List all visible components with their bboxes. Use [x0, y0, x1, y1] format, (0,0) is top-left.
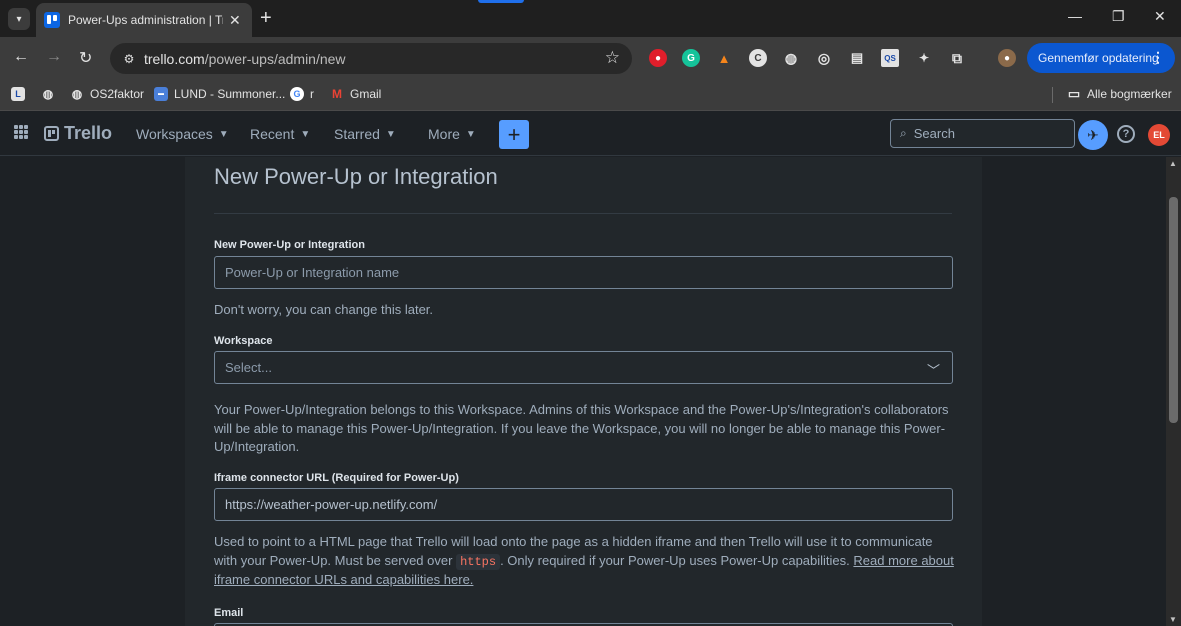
trello-header: Trello Workspaces ▼ Recent ▼ Starred ▼ More… — [0, 112, 1181, 156]
forward-arrow-icon[interactable]: → — [46, 48, 62, 66]
extension-circle-icon[interactable]: C — [749, 49, 767, 67]
qs-extension-icon[interactable]: QS — [881, 49, 899, 67]
kebab-menu-icon[interactable]: ⋮ — [1151, 49, 1165, 66]
page-content: New Power-Up or Integration New Power-Up… — [0, 157, 1166, 626]
tab-group-indicator — [478, 0, 524, 3]
all-bookmarks-folder[interactable]: ▭ Alle bogmærker — [1067, 86, 1172, 101]
page-scrollbar[interactable]: ▲ ▼ — [1166, 157, 1181, 626]
name-input[interactable]: Power-Up or Integration name — [214, 256, 953, 289]
tab-close-icon[interactable]: ✕ — [229, 12, 241, 29]
bookmark-gmail[interactable]: M Gmail — [330, 87, 381, 101]
trello-logo[interactable]: Trello — [44, 123, 112, 144]
scroll-down-icon[interactable]: ▼ — [1169, 615, 1177, 624]
globe-icon: ◍ — [71, 87, 83, 101]
ghost-extension-icon[interactable]: ✦ — [915, 49, 933, 67]
bookmarks-divider — [1052, 87, 1053, 103]
avatar[interactable]: EL — [1148, 124, 1170, 146]
https-code: https — [456, 553, 501, 570]
folder-icon: ▭ — [1067, 86, 1081, 101]
grammarly-icon[interactable]: G — [682, 49, 700, 67]
workspace-select[interactable]: Select... ﹀ — [214, 351, 953, 384]
extension-swirl-icon[interactable]: ◎ — [815, 49, 833, 67]
lund-favicon-icon: ▬ — [154, 87, 168, 101]
google-icon: G — [290, 87, 304, 101]
trello-favicon-icon — [44, 12, 60, 28]
app-switcher-icon[interactable] — [14, 125, 28, 139]
bookmark-l-icon[interactable]: L — [11, 87, 31, 101]
gmail-icon: M — [332, 87, 342, 101]
iframe-help-text: Used to point to a HTML page that Trello… — [214, 534, 954, 587]
bookmark-star-icon[interactable]: ☆ — [605, 48, 620, 68]
trello-logo-icon — [44, 126, 59, 141]
reload-icon[interactable]: ↻ — [79, 48, 92, 68]
menu-recent[interactable]: Recent ▼ — [250, 126, 310, 142]
back-arrow-icon[interactable]: ← — [13, 48, 29, 66]
search-icon: ⌕ — [900, 126, 907, 140]
notifications-icon[interactable]: ✈ — [1078, 120, 1108, 150]
profile-avatar-icon[interactable]: ● — [998, 49, 1016, 67]
iframe-url-input[interactable]: https://weather-power-up.netlify.com/ — [214, 488, 953, 521]
minimize-icon[interactable]: — — [1068, 8, 1082, 24]
extension-red-icon[interactable]: ● — [649, 49, 667, 67]
new-tab-button[interactable]: + — [260, 7, 272, 29]
extensions-puzzle-icon[interactable]: ⧉ — [948, 49, 966, 67]
globe-icon[interactable]: ◍ — [782, 49, 800, 67]
chevron-down-icon: ▼ — [385, 128, 396, 140]
chevron-down-icon: ▼ — [300, 128, 311, 140]
bookmark-globe-icon[interactable]: ◍ — [41, 87, 61, 101]
menu-workspaces[interactable]: Workspaces ▼ — [136, 126, 229, 142]
browser-toolbar: ← → ↻ ⚙ trello.com/power-ups/admin/new ☆… — [0, 37, 1181, 80]
address-bar[interactable]: ⚙ trello.com/power-ups/admin/new ☆ — [110, 43, 632, 74]
chevron-down-icon: ﹀ — [926, 363, 940, 378]
workspace-label: Workspace — [214, 335, 273, 347]
restore-icon[interactable]: ❐ — [1112, 8, 1125, 25]
tab-search-button[interactable]: ▾ — [8, 8, 30, 30]
name-help-text: Don't worry, you can change this later. — [214, 302, 434, 317]
divider — [214, 213, 952, 214]
window-close-icon[interactable]: ✕ — [1154, 8, 1166, 25]
site-info-icon[interactable]: ⚙ — [120, 52, 138, 66]
scroll-up-icon[interactable]: ▲ — [1169, 159, 1177, 168]
name-label: New Power-Up or Integration — [214, 239, 365, 251]
menu-starred[interactable]: Starred ▼ — [334, 126, 396, 142]
scrollbar-thumb[interactable] — [1169, 197, 1178, 423]
search-input[interactable]: ⌕ Search — [890, 119, 1075, 148]
page-title: New Power-Up or Integration — [214, 164, 498, 189]
chevron-down-icon: ▼ — [218, 128, 229, 140]
help-icon[interactable]: ? — [1117, 125, 1135, 143]
email-label: Email — [214, 607, 244, 619]
browser-tab-strip: ▾ Power-Ups administration | Trel ✕ + — … — [0, 0, 1181, 37]
bookmark-google[interactable]: Gr — [290, 87, 314, 101]
bookmarks-bar: L ◍ ◍ OS2faktor ▬ LUND - Summoner... Gr MG… — [0, 80, 1181, 111]
chevron-down-icon: ▼ — [465, 128, 476, 140]
update-chrome-button[interactable]: Gennemfør opdatering ⋮ — [1027, 43, 1175, 73]
bookmark-lund-summoner[interactable]: ▬ LUND - Summoner... — [154, 87, 285, 101]
browser-tab-active[interactable]: Power-Ups administration | Trel ✕ — [36, 3, 252, 37]
form-panel: New Power-Up or Integration New Power-Up… — [185, 157, 982, 626]
iframe-url-label: Iframe connector URL (Required for Power… — [214, 472, 459, 484]
workspace-help-text: Your Power-Up/Integration belongs to thi… — [214, 402, 949, 454]
url-text: trello.com/power-ups/admin/new — [144, 50, 346, 67]
menu-more[interactable]: More ▼ — [428, 126, 476, 142]
create-button[interactable]: + — [499, 120, 529, 149]
document-icon[interactable]: ▤ — [848, 49, 866, 67]
tab-title: Power-Ups administration | Trel — [68, 13, 223, 27]
metamask-icon[interactable]: ▲ — [715, 49, 733, 67]
bookmark-os2faktor[interactable]: ◍ OS2faktor — [70, 87, 144, 101]
